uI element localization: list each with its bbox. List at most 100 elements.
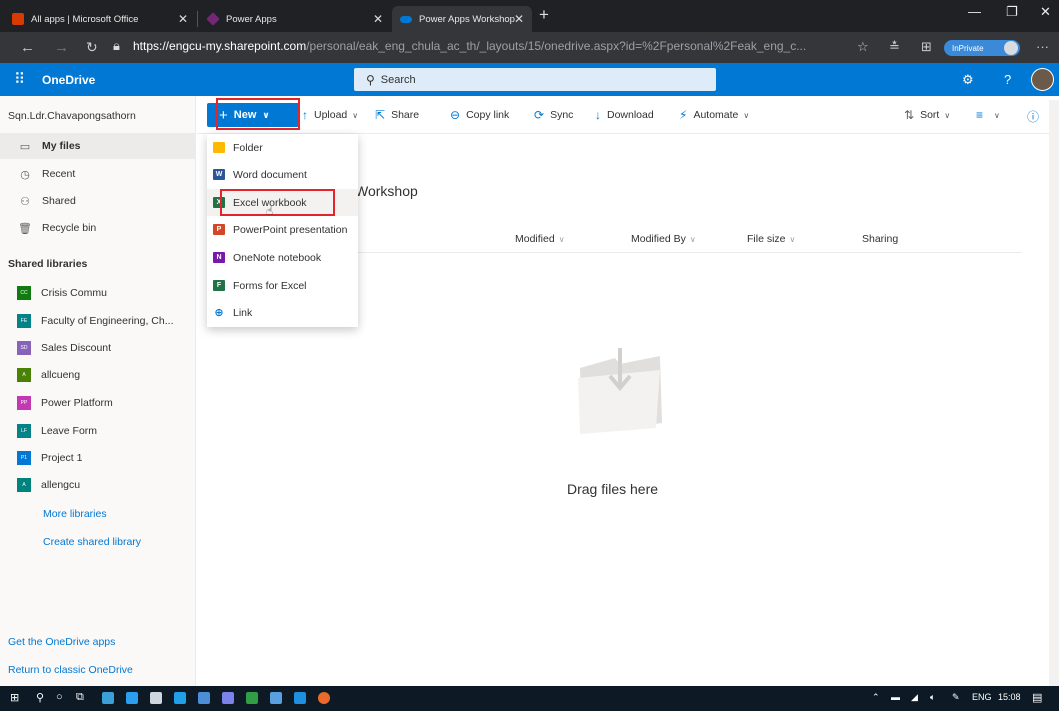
teams-icon[interactable]: [222, 692, 234, 704]
close-window-icon[interactable]: ✕: [1040, 4, 1051, 20]
menu-item-link[interactable]: ⊕ Link: [207, 299, 358, 326]
nav-item-label: Recycle bin: [42, 222, 97, 234]
library-item[interactable]: SD Sales Discount: [0, 335, 196, 361]
back-icon[interactable]: ←: [20, 39, 35, 56]
automate-button[interactable]: ⚡ Automate ∨: [679, 108, 749, 122]
inprivate-badge[interactable]: InPrivate: [944, 40, 1020, 56]
menu-item-powerpoint-presentation[interactable]: P PowerPoint presentation: [207, 216, 358, 243]
browser-tab[interactable]: Power Apps ✕: [199, 6, 391, 32]
favorites-icon[interactable]: ≛: [889, 39, 900, 55]
minimize-icon[interactable]: —: [968, 4, 981, 19]
edge-icon[interactable]: [294, 692, 306, 704]
cortana-icon[interactable]: ○: [56, 691, 63, 703]
library-label: Project 1: [41, 452, 83, 464]
volume-icon[interactable]: 🔈︎: [930, 692, 935, 703]
sort-button[interactable]: ⇅ Sort ∨: [904, 108, 950, 122]
chevron-up-icon[interactable]: ⌃: [872, 692, 880, 703]
browser-tab[interactable]: All apps | Microsoft Office ✕: [4, 6, 196, 32]
library-item[interactable]: A allengcu: [0, 472, 196, 498]
library-item[interactable]: CC Crisis Commu: [0, 280, 196, 306]
menu-item-label: Folder: [233, 141, 263, 154]
library-item[interactable]: LF Leave Form: [0, 418, 196, 444]
browser-tab-active[interactable]: Power Apps Workshop - OneDri ✕: [392, 6, 532, 32]
sync-button[interactable]: ⟳ Sync: [534, 108, 573, 122]
upload-icon: ↑: [302, 108, 308, 122]
url-host: https://engcu-my.sharepoint.com: [133, 39, 307, 53]
nav-item-recycle-bin[interactable]: 🗑︎ Recycle bin: [0, 215, 196, 241]
app-name[interactable]: OneDrive: [42, 73, 95, 87]
automate-icon: ⚡: [679, 108, 688, 122]
info-button[interactable]: ⓘ: [1027, 108, 1045, 125]
library-item[interactable]: A allcueng: [0, 362, 196, 388]
close-tab-icon[interactable]: ✕: [514, 12, 524, 26]
copy-link-button[interactable]: ⊖ Copy link: [450, 108, 509, 122]
search-icon: ⚲: [366, 72, 375, 87]
menu-item-word-document[interactable]: W Word document: [207, 161, 358, 188]
refresh-icon[interactable]: ↻: [86, 39, 98, 56]
column-header-file-size[interactable]: File size ∨: [747, 233, 795, 245]
language-indicator[interactable]: ENG: [972, 692, 992, 702]
library-item[interactable]: P1 Project 1: [0, 445, 196, 471]
menu-item-forms-for-excel[interactable]: F Forms for Excel: [207, 272, 358, 299]
scrollbar[interactable]: [1049, 100, 1059, 686]
app-launcher-icon[interactable]: ⠿: [14, 70, 25, 88]
upload-label: Upload: [314, 109, 348, 121]
notifications-icon[interactable]: ▤: [1032, 691, 1042, 704]
column-header-modified[interactable]: Modified ∨: [515, 233, 565, 245]
nav-item-label: Recent: [42, 168, 76, 180]
column-header-sharing[interactable]: Sharing: [862, 233, 898, 245]
url-field[interactable]: https://engcu-my.sharepoint.com/personal…: [133, 39, 833, 53]
close-tab-icon[interactable]: ✕: [373, 12, 383, 26]
outlook-icon[interactable]: [198, 692, 210, 704]
mail-icon[interactable]: [126, 692, 138, 704]
address-bar: ← → ↻ 🔒︎ https://engcu-my.sharepoint.com…: [0, 32, 1059, 63]
nav-item-recent[interactable]: ◷ Recent: [0, 161, 196, 187]
pen-icon[interactable]: ✎: [952, 692, 960, 703]
avatar[interactable]: [1031, 68, 1054, 91]
upload-button[interactable]: ↑ Upload ∨: [302, 108, 358, 122]
restore-icon[interactable]: ❐: [1006, 4, 1018, 20]
menu-item-onenote-notebook[interactable]: N OneNote notebook: [207, 244, 358, 271]
nav-item-shared[interactable]: ⚇ Shared: [0, 188, 196, 214]
menu-item-folder[interactable]: Folder: [207, 134, 358, 161]
collections-icon[interactable]: ⊞: [921, 39, 932, 55]
task-view-icon[interactable]: ⧉: [76, 691, 84, 704]
create-shared-library-link[interactable]: Create shared library: [43, 536, 141, 548]
get-onedrive-apps-link[interactable]: Get the OneDrive apps: [8, 636, 115, 648]
battery-icon[interactable]: ▬: [891, 692, 900, 702]
app-icon[interactable]: [246, 692, 258, 704]
clock[interactable]: 15:08: [998, 692, 1021, 702]
new-tab-icon[interactable]: +: [539, 5, 549, 25]
close-tab-icon[interactable]: ✕: [178, 12, 188, 26]
download-button[interactable]: ↓ Download: [595, 108, 654, 122]
share-button[interactable]: ⇱ Share: [375, 108, 419, 122]
view-options-button[interactable]: ≡ ∨: [976, 108, 1000, 122]
more-icon[interactable]: ···: [1036, 39, 1049, 54]
return-classic-link[interactable]: Return to classic OneDrive: [8, 664, 133, 676]
windows-start-icon[interactable]: ⊞: [10, 691, 19, 704]
network-icon[interactable]: ◢: [911, 692, 918, 703]
menu-item-label: Word document: [233, 168, 307, 181]
nav-item-my-files[interactable]: ▭ My files: [0, 133, 196, 159]
library-item[interactable]: FE Faculty of Engineering, Ch...: [0, 308, 196, 334]
edge-icon[interactable]: [102, 692, 114, 704]
more-libraries-link[interactable]: More libraries: [43, 508, 107, 520]
menu-item-label: Forms for Excel: [233, 279, 307, 292]
column-header-modified-by[interactable]: Modified By ∨: [631, 233, 696, 245]
help-icon[interactable]: ?: [1004, 72, 1011, 87]
share-label: Share: [391, 109, 420, 121]
search-input[interactable]: ⚲ Search: [354, 68, 716, 91]
search-icon[interactable]: ⚲: [36, 691, 44, 704]
app-icon[interactable]: [174, 692, 186, 704]
firefox-icon[interactable]: [318, 692, 330, 704]
store-icon[interactable]: [150, 692, 162, 704]
people-icon: ⚇: [20, 195, 30, 208]
word-icon: W: [213, 169, 225, 180]
library-label: allengcu: [41, 479, 81, 491]
gear-icon[interactable]: ⚙: [962, 72, 974, 88]
forward-icon[interactable]: →: [54, 39, 69, 56]
favorite-star-icon[interactable]: ☆: [857, 39, 869, 55]
lock-icon[interactable]: 🔒︎: [113, 38, 120, 54]
app-icon[interactable]: [270, 692, 282, 704]
library-item[interactable]: PP Power Platform: [0, 390, 196, 416]
